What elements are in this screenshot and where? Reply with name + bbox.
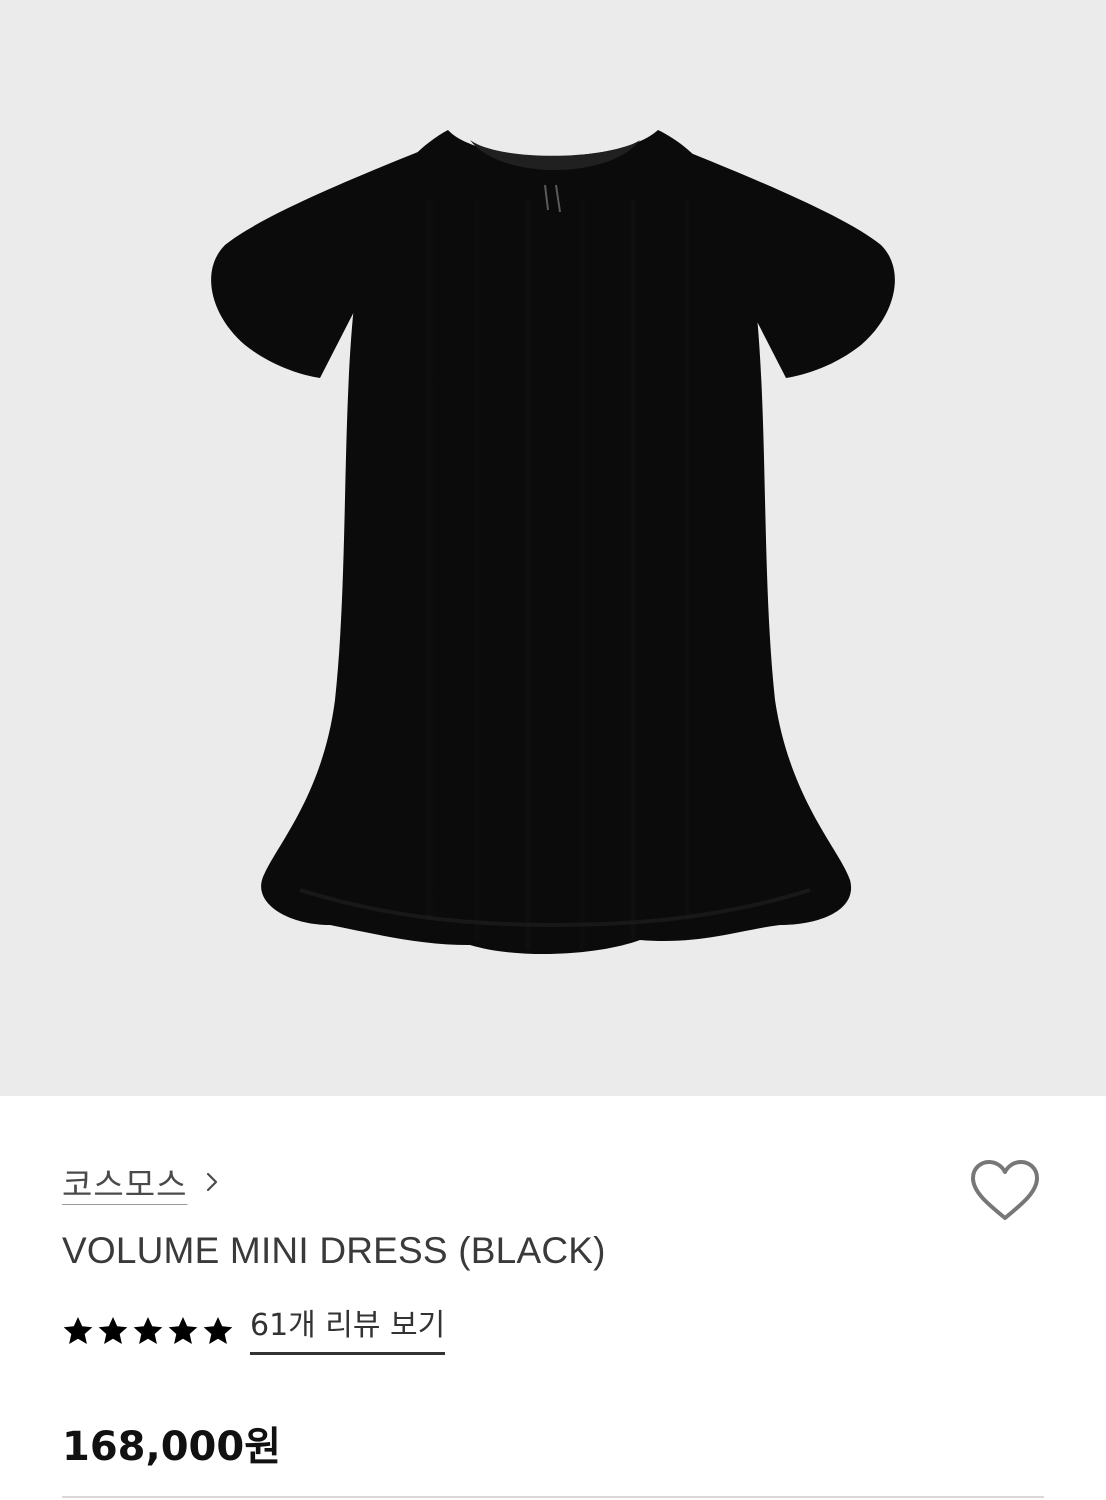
- product-image-area: [0, 0, 1106, 1096]
- star-rating: [62, 1315, 234, 1347]
- product-detail-page: 코스모스 VOLUME MINI DRESS (BLACK) 61개 리뷰 보기…: [0, 0, 1106, 1500]
- divider: [62, 1496, 1044, 1498]
- star-filled-icon: [133, 1316, 163, 1344]
- star-filled-icon: [98, 1316, 128, 1344]
- rating-row: 61개 리뷰 보기: [62, 1306, 446, 1355]
- product-name: VOLUME MINI DRESS (BLACK): [62, 1230, 606, 1271]
- product-price: 168,000원: [62, 1424, 281, 1470]
- star-filled-icon: [168, 1316, 198, 1344]
- star-filled-icon: [203, 1316, 233, 1344]
- product-info: 코스모스 VOLUME MINI DRESS (BLACK) 61개 리뷰 보기…: [0, 1096, 1106, 1500]
- brand-name[interactable]: 코스모스: [62, 1158, 187, 1206]
- star-filled-icon: [63, 1316, 93, 1344]
- heart-outline-icon[interactable]: [968, 1158, 1042, 1224]
- brand-link[interactable]: 코스모스: [62, 1158, 225, 1206]
- product-image[interactable]: [0, 0, 1106, 1096]
- chevron-right-icon: [207, 1172, 218, 1192]
- review-link[interactable]: 61개 리뷰 보기: [250, 1306, 446, 1355]
